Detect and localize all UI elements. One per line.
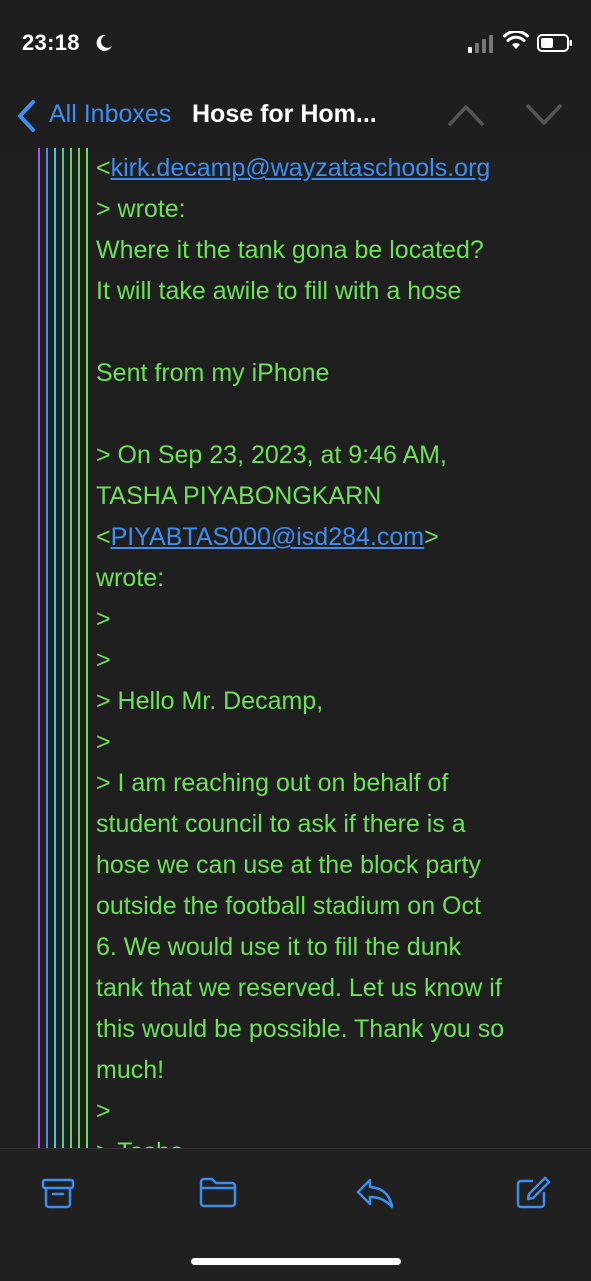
folder-icon[interactable] [198, 1175, 238, 1211]
cellular-signal-icon [468, 35, 493, 53]
previous-message-chevron-up-icon[interactable] [446, 102, 486, 128]
body-line: Sent from my iPhone [96, 359, 330, 387]
body-line: student council to ask if there is a [96, 810, 466, 838]
wifi-icon [503, 31, 529, 49]
quote-bar-purple [38, 148, 40, 1148]
body-line [96, 312, 576, 353]
reply-icon[interactable] [355, 1175, 395, 1211]
email-link-kirk[interactable]: kirk.decamp@wayzataschools.org [111, 154, 491, 182]
back-chevron-icon[interactable] [14, 98, 38, 134]
quote-bar-green-2 [78, 148, 80, 1148]
email-body[interactable]: <kirk.decamp@wayzataschools.org > wrote:… [0, 148, 591, 1148]
home-indicator [191, 1258, 401, 1265]
battery-icon [537, 34, 572, 52]
body-line: much! [96, 1056, 165, 1084]
status-time: 23:18 [22, 30, 80, 55]
body-line: <kirk.decamp@wayzataschools.org [96, 154, 491, 182]
body-line: Where it the tank gona be located? [96, 236, 484, 264]
quote-bar-green [70, 148, 72, 1148]
email-link-tasha[interactable]: PIYABTAS000@isd284.com [111, 523, 425, 551]
status-bar: 23:18 [0, 0, 591, 88]
body-line: > [96, 1097, 111, 1125]
quote-bar-blue [46, 148, 48, 1148]
message-subject-title: Hose for Hom... [192, 100, 377, 128]
body-line: It will take awile to fill with a hose [96, 277, 462, 305]
body-line: > On Sep 23, 2023, at 9:46 AM, [96, 441, 447, 469]
body-line: TASHA PIYABONGKARN [96, 482, 382, 510]
body-line: > [96, 728, 111, 756]
moon-icon [96, 34, 112, 51]
body-line: > Tasha [96, 1132, 576, 1148]
body-line: > Hello Mr. Decamp, [96, 687, 324, 715]
body-line: outside the football stadium on Oct [96, 892, 481, 920]
quote-bar-cyan [54, 148, 56, 1148]
body-line: tank that we reserved. Let us know if [96, 974, 502, 1002]
body-line: > [96, 646, 111, 674]
body-line: wrote: [96, 564, 165, 592]
body-line: > wrote: [96, 195, 186, 223]
quote-bar-teal [62, 148, 64, 1148]
body-line: <PIYABTAS000@isd284.com> [96, 523, 439, 551]
compose-icon[interactable] [514, 1175, 552, 1211]
body-line: > I am reaching out on behalf of [96, 769, 449, 797]
body-line [96, 394, 576, 435]
quoted-message-text: <kirk.decamp@wayzataschools.org > wrote:… [96, 148, 576, 1148]
back-button-all-inboxes[interactable]: All Inboxes [49, 100, 171, 129]
navigation-bar: All Inboxes Hose for Hom... [0, 88, 591, 148]
body-line: > [96, 605, 111, 633]
quote-bar-green-3 [86, 148, 88, 1148]
body-line: this would be possible. Thank you so [96, 1015, 505, 1043]
body-line: hose we can use at the block party [96, 851, 481, 879]
body-line: 6. We would use it to fill the dunk [96, 933, 462, 961]
archive-icon[interactable] [40, 1175, 76, 1211]
next-message-chevron-down-icon[interactable] [524, 102, 564, 128]
